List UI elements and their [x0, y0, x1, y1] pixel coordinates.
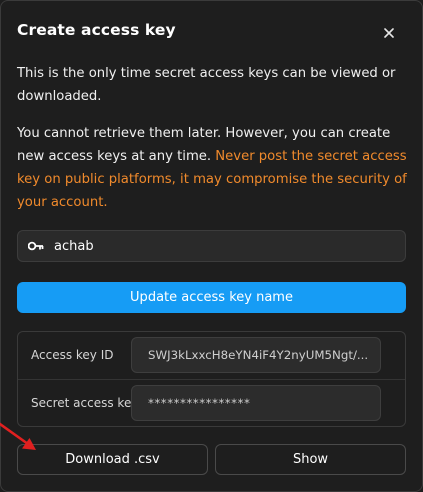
info-text: This is the only time secret access keys… — [17, 66, 396, 104]
update-access-key-name-button[interactable]: Update access key name — [17, 282, 406, 313]
create-access-key-dialog: Create access key This is the only time … — [0, 0, 423, 492]
access-key-name-field[interactable] — [17, 230, 406, 262]
divider — [18, 379, 405, 380]
close-button[interactable] — [375, 19, 403, 47]
access-key-name-input[interactable] — [54, 238, 384, 254]
secret-access-key-label: Secret access key — [31, 396, 139, 410]
close-icon — [384, 28, 394, 38]
secret-access-key-value[interactable]: **************** — [131, 385, 381, 421]
access-key-id-value[interactable]: SWJ3kLxxcH8eYN4iF4Y2nyUM5Ngt/... — [131, 337, 381, 373]
download-csv-button[interactable]: Download .csv — [17, 444, 208, 475]
key-icon — [28, 241, 44, 251]
show-secret-button[interactable]: Show — [215, 444, 406, 475]
retrieve-text-block: You cannot retrieve them later. However,… — [17, 122, 409, 214]
access-keys-panel: Access key ID SWJ3kLxxcH8eYN4iF4Y2nyUM5N… — [17, 331, 406, 427]
dialog-title: Create access key — [17, 21, 176, 39]
access-key-id-label: Access key ID — [31, 348, 114, 362]
